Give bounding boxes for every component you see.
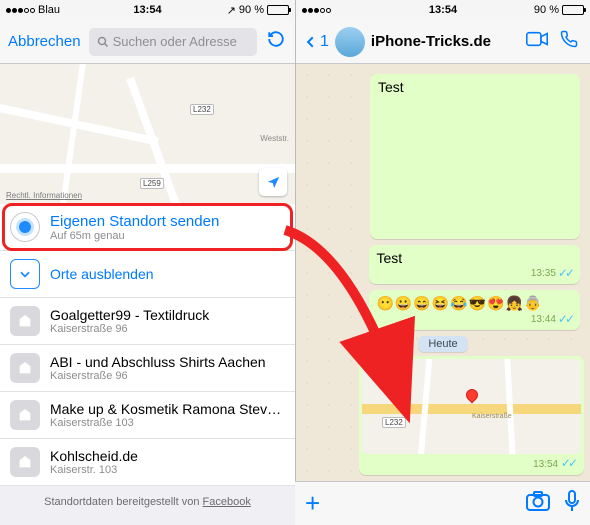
locate-me-button[interactable] [259, 168, 287, 196]
location-arrow-icon [266, 175, 281, 190]
voice-call-button[interactable] [556, 30, 582, 53]
camera-icon [526, 491, 550, 511]
search-placeholder: Suchen oder Adresse [113, 34, 237, 49]
read-ticks-icon: ✓✓ [558, 312, 572, 326]
road-label: L259 [140, 178, 164, 189]
message-time: 13:54 [533, 459, 558, 470]
footer-text: Standortdaten bereitgestellt von [44, 496, 202, 508]
message-bubble[interactable]: Test [370, 74, 580, 239]
current-location-icon [10, 212, 40, 242]
cancel-button[interactable]: Abbrechen [8, 33, 81, 50]
place-sub: Kaiserstraße 96 [50, 323, 285, 335]
chat-screen: 13:54 90 % 1 iPhone-Tricks.de [295, 0, 590, 525]
chevron-down-icon [10, 259, 40, 289]
search-icon [97, 36, 109, 48]
facebook-link[interactable]: Facebook [203, 496, 251, 508]
store-icon [10, 306, 40, 336]
map-pin-icon [463, 387, 480, 404]
hide-places-row[interactable]: Orte ausblenden [0, 251, 295, 298]
refresh-icon [267, 30, 285, 48]
message-bubble[interactable]: 😶😀😄😆😂😎😍👧👵 13:44✓✓ [369, 290, 581, 330]
store-icon [10, 400, 40, 430]
places-footer: Standortdaten bereitgestellt von Faceboo… [0, 486, 295, 518]
message-bubble[interactable]: Test 13:35✓✓ [369, 245, 581, 284]
place-title: Goalgetter99 - Textildruck [50, 307, 285, 323]
attach-button[interactable]: + [305, 488, 320, 519]
read-ticks-icon: ✓✓ [558, 266, 572, 280]
battery-icon [267, 5, 289, 15]
place-title: Kohlscheid.de [50, 448, 285, 464]
road-name: Kaiserstraße [472, 413, 512, 420]
refresh-button[interactable] [265, 30, 287, 53]
place-sub: Kaiserstraße 96 [50, 370, 285, 382]
road-label: L232 [382, 417, 406, 428]
map-legal-link[interactable]: Rechtl. Informationen [6, 191, 82, 200]
date-chip: Heute [418, 336, 467, 352]
place-title: ABI - und Abschluss Shirts Aachen [50, 354, 285, 370]
camera-button[interactable] [526, 491, 550, 516]
road-label: Weststr. [260, 134, 289, 143]
message-text: 😶😀😄😆😂😎😍👧👵 [377, 295, 573, 312]
place-sub: Kaiserstr. 103 [50, 464, 285, 476]
message-text: Test [377, 250, 573, 266]
message-time: 13:35 [531, 268, 556, 279]
search-input[interactable]: Suchen oder Adresse [89, 28, 257, 56]
place-row[interactable]: ABI - und Abschluss Shirts AachenKaisers… [0, 345, 295, 392]
location-message-bubble[interactable]: L232 Kaiserstraße 13:54 ✓✓ [359, 356, 584, 475]
contact-avatar[interactable] [335, 27, 365, 57]
status-bar: 13:54 Blau ↗ 90 % [0, 0, 295, 20]
place-sub: Kaiserstraße 103 [50, 417, 285, 429]
status-clock: 13:54 [296, 4, 590, 16]
chat-area[interactable]: Test Test 13:35✓✓ 😶😀😄😆😂😎😍👧👵 13:44✓✓ Heut… [296, 64, 590, 481]
battery-icon [562, 5, 584, 15]
store-icon [10, 447, 40, 477]
status-clock: 13:54 [0, 4, 295, 16]
send-own-location-sub: Auf 65m genau [50, 230, 285, 242]
store-icon [10, 353, 40, 383]
place-title: Make up & Kosmetik Ramona Steves -... [50, 401, 285, 417]
back-button[interactable]: 1 [304, 33, 329, 51]
status-bar: 13:54 90 % [296, 0, 590, 20]
mic-icon [564, 490, 580, 512]
chat-input-toolbar: + [295, 481, 590, 525]
phone-icon [560, 30, 578, 48]
hide-places-label: Orte ausblenden [50, 266, 285, 282]
mic-button[interactable] [564, 490, 580, 517]
nav-bar: Abbrechen Suchen oder Adresse [0, 20, 295, 64]
message-time: 13:44 [531, 314, 556, 325]
location-picker-screen: 13:54 Blau ↗ 90 % Abbrechen Suchen oder … [0, 0, 295, 525]
place-row[interactable]: Kohlscheid.deKaiserstr. 103 [0, 439, 295, 486]
contact-name[interactable]: iPhone-Tricks.de [371, 33, 518, 50]
send-own-location-row[interactable]: Eigenen Standort senden Auf 65m genau [0, 204, 295, 251]
place-row[interactable]: Make up & Kosmetik Ramona Steves -...Kai… [0, 392, 295, 439]
road-label: L232 [190, 104, 214, 115]
send-own-location-title: Eigenen Standort senden [50, 213, 285, 230]
place-row[interactable]: Goalgetter99 - TextildruckKaiserstraße 9… [0, 298, 295, 345]
chat-nav-bar: 1 iPhone-Tricks.de [296, 20, 590, 64]
message-text: Test [378, 79, 572, 95]
video-icon [526, 31, 548, 47]
location-map-thumbnail[interactable]: L232 Kaiserstraße [362, 359, 581, 454]
chevron-left-icon [304, 33, 318, 51]
back-count: 1 [320, 33, 329, 51]
map-preview[interactable]: L232 L259 Weststr. Rechtl. Informationen [0, 64, 295, 204]
video-call-button[interactable] [524, 31, 550, 52]
read-ticks-icon: ✓✓ [561, 456, 575, 470]
